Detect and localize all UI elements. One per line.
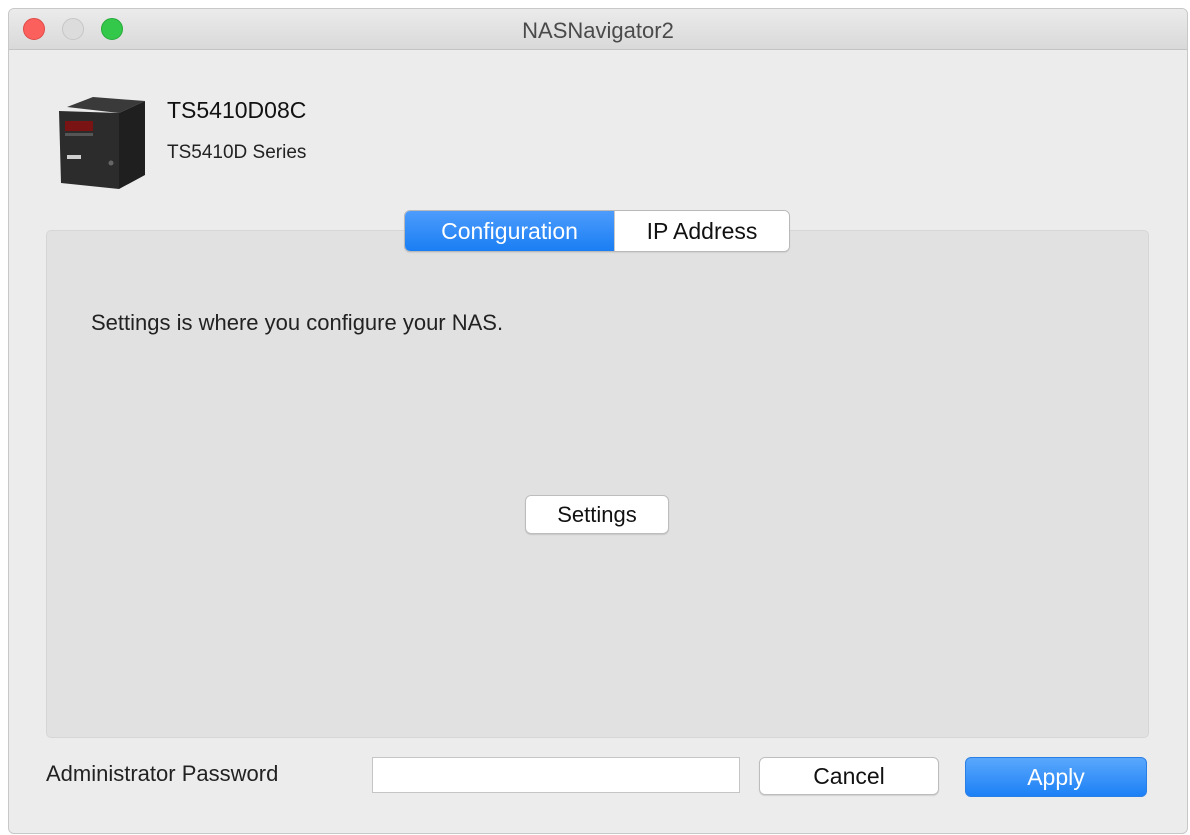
configuration-description: Settings is where you configure your NAS…: [91, 310, 504, 335]
title-bar: NASNavigator2: [9, 9, 1187, 50]
admin-password-field[interactable]: [372, 757, 740, 793]
tab-panel: [46, 230, 1149, 738]
tab-ip-address[interactable]: IP Address: [614, 211, 789, 251]
window-title: NASNavigator2: [522, 18, 674, 43]
tab-bar: Configuration IP Address: [404, 210, 790, 252]
cancel-button[interactable]: Cancel: [759, 757, 939, 795]
admin-password-label: Administrator Password: [46, 761, 279, 786]
settings-button[interactable]: Settings: [525, 495, 669, 534]
app-window: NASNavigator2 TS5410D08C TS5410D Series …: [8, 8, 1188, 834]
nas-device-icon: [59, 97, 145, 189]
apply-button[interactable]: Apply: [965, 757, 1147, 797]
tab-configuration[interactable]: Configuration: [405, 211, 614, 251]
device-name: TS5410D08C: [167, 97, 307, 123]
device-series: TS5410D Series: [167, 142, 307, 163]
